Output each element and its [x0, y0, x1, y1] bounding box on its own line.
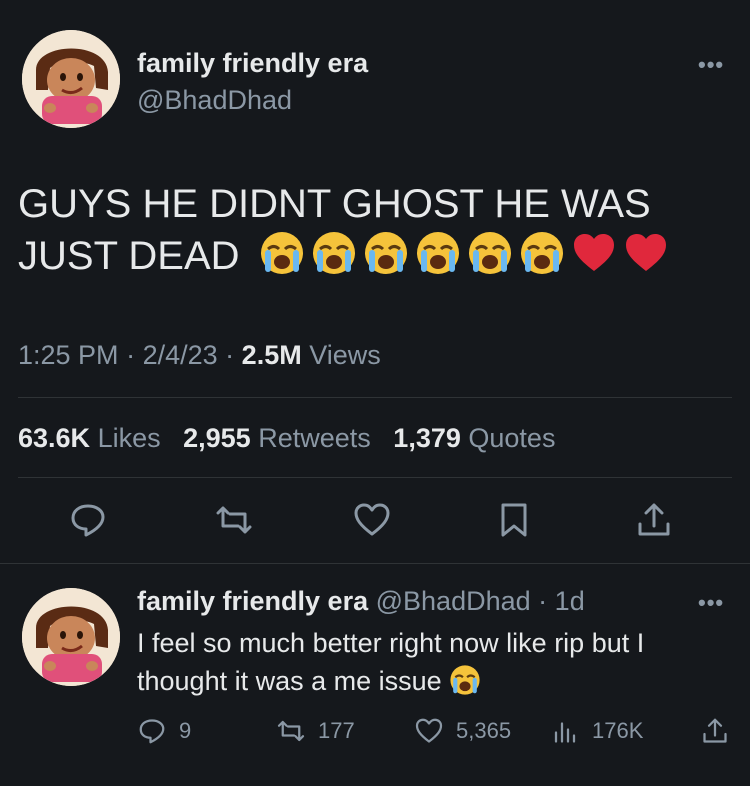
red-heart-icon [573, 234, 614, 271]
user-handle[interactable]: @BhadDhad [137, 85, 292, 116]
reply-retweet-action[interactable]: 177 [276, 716, 355, 746]
reply-icon [139, 719, 165, 744]
reply-more-options-icon[interactable]: ••• [698, 590, 724, 616]
loudly-crying-face-icon [312, 232, 355, 274]
likes-stat[interactable]: 63.6K Likes [18, 423, 161, 453]
loudly-crying-face-icon [364, 232, 407, 274]
reply-reply-count: 9 [179, 718, 192, 743]
separator-dot: · [538, 586, 548, 616]
reply-text: I feel so much better right now like rip… [137, 624, 717, 700]
loudly-crying-face-icon [260, 232, 303, 274]
avatar[interactable] [22, 30, 120, 128]
divider [18, 397, 732, 398]
views-icon [554, 722, 576, 743]
tweet-meta: 1:25 PM · 2/4/23 · 2.5M Views [18, 340, 381, 371]
reply-display-name[interactable]: family friendly era [137, 586, 368, 616]
display-name[interactable]: family friendly era [137, 48, 368, 79]
avatar-image [22, 588, 120, 686]
reply-views-action[interactable]: 176K [550, 716, 643, 746]
reply-reply-action[interactable]: 9 [137, 716, 191, 746]
loudly-crying-face-icon [468, 232, 511, 274]
like-icon [415, 718, 443, 743]
divider [0, 563, 750, 564]
reply-like-action[interactable]: 5,365 [414, 716, 511, 746]
retweets-stat[interactable]: 2,955 Retweets [183, 423, 371, 453]
reply-header: family friendly era @BhadDhad · 1d [137, 586, 585, 617]
views-count: 2.5M [241, 340, 302, 370]
separator-dot: · [126, 340, 143, 370]
divider [18, 477, 732, 478]
tweet-text: GUYS HE DIDNT GHOST HE WAS JUST DEAD [18, 178, 718, 282]
reply-views-count: 176K [592, 718, 644, 743]
reply-retweet-count: 177 [318, 718, 355, 743]
reply-avatar[interactable] [22, 588, 120, 686]
retweets-label: Retweets [258, 423, 371, 453]
separator-dot: · [225, 340, 242, 370]
retweet-icon[interactable] [214, 500, 254, 540]
likes-count: 63.6K [18, 423, 91, 453]
loudly-crying-face-icon [450, 665, 480, 695]
share-icon[interactable] [700, 716, 730, 746]
avatar-image [22, 30, 120, 128]
reply-icon[interactable] [68, 500, 108, 540]
likes-label: Likes [97, 423, 161, 453]
retweets-count: 2,955 [183, 423, 251, 453]
quotes-label: Quotes [468, 423, 556, 453]
loudly-crying-face-icon [520, 232, 563, 274]
reply-like-count: 5,365 [456, 718, 512, 743]
tweet-time[interactable]: 1:25 PM [18, 340, 119, 370]
more-options-icon[interactable]: ••• [698, 52, 724, 78]
quotes-stat[interactable]: 1,379 Quotes [393, 423, 555, 453]
quotes-count: 1,379 [393, 423, 461, 453]
share-icon[interactable] [634, 500, 674, 540]
reply-time[interactable]: 1d [555, 586, 585, 616]
retweet-icon [277, 720, 305, 742]
loudly-crying-face-icon [416, 232, 459, 274]
engagement-stats: 63.6K Likes 2,955 Retweets 1,379 Quotes [18, 423, 555, 454]
emoji-row [259, 230, 669, 276]
like-icon[interactable] [352, 500, 392, 540]
red-heart-icon [625, 234, 666, 271]
bookmark-icon[interactable] [494, 500, 534, 540]
reply-handle[interactable]: @BhadDhad [376, 586, 531, 616]
reply-text-content: I feel so much better right now like rip… [137, 628, 645, 696]
tweet-date[interactable]: 2/4/23 [143, 340, 218, 370]
views-label: Views [309, 340, 381, 370]
